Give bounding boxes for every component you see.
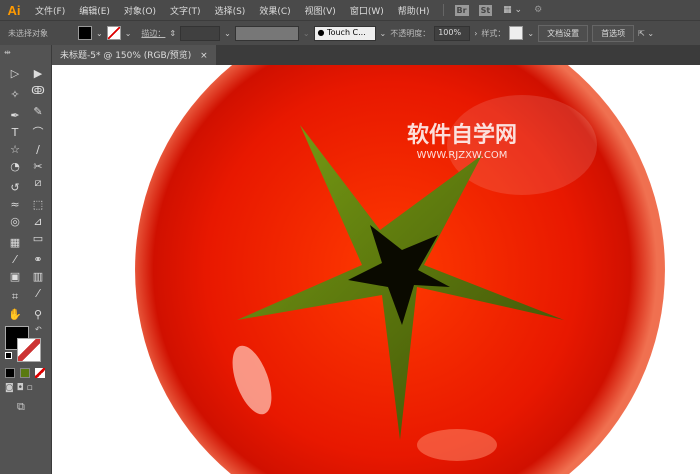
paintbrush-tool[interactable]: ∕ [28, 141, 48, 157]
selection-status: 未选择对象 [8, 28, 48, 38]
stroke-swatch[interactable] [106, 26, 121, 40]
control-bar: 未选择对象 ⌄ ⌄ 描边： ⇕ ⌄ ⌄ ● Touch C... ⌄ 不透明度： … [0, 20, 700, 45]
draw-mode-icons[interactable]: ◙ ◘ ▫ [5, 383, 33, 393]
curvature-tool[interactable]: ✎ [28, 103, 48, 119]
brush-name: Touch C... [327, 27, 366, 37]
menu-window[interactable]: 窗口(W) [343, 4, 391, 17]
column-graph-tool[interactable]: ▥ [28, 268, 48, 284]
chevron-down-icon[interactable]: ⌄ [96, 29, 103, 38]
perspective-grid-tool[interactable]: ⊿ [28, 213, 48, 229]
tab-title: 未标题-5* @ 150% (RGB/预览) [60, 51, 192, 61]
menu-select[interactable]: 选择(S) [208, 4, 253, 17]
stroke-stepper[interactable]: ⇕ [169, 29, 176, 38]
preferences-button[interactable]: 首选项 [592, 24, 635, 42]
close-icon[interactable]: × [200, 51, 208, 61]
stock-button[interactable]: St [478, 4, 493, 16]
scale-tool[interactable]: ⧄ [28, 175, 48, 191]
arc-tool[interactable]: ⌒ [28, 124, 48, 140]
swap-colors-icon[interactable]: ↶ [35, 325, 42, 334]
eyedropper-tool[interactable]: ⁄ [5, 251, 25, 267]
gradient-tool[interactable]: ▭ [28, 230, 48, 246]
style-swatch[interactable] [509, 26, 524, 40]
artboard-tool[interactable]: ⌗ [5, 289, 25, 305]
document-tab[interactable]: 未标题-5* @ 150% (RGB/预览) × [52, 45, 216, 65]
chevron-down-icon[interactable]: ⌄ [224, 29, 231, 38]
slice-tool[interactable]: ⁄ [28, 285, 48, 301]
bridge-button[interactable]: Br [454, 4, 469, 16]
star-tool[interactable]: ☆ [5, 141, 25, 157]
magic-wand-tool[interactable]: ✧ [5, 86, 25, 102]
chevron-down-icon[interactable]: ⌄ [125, 29, 132, 38]
watermark-url: WWW.RJZXW.COM [417, 150, 508, 161]
pen-tool[interactable]: ✒ [5, 107, 25, 123]
tomato-artwork: 软件自学网 WWW.RJZXW.COM [135, 65, 665, 474]
app-logo: Ai [7, 2, 21, 18]
opacity-field[interactable]: 100% [434, 25, 471, 41]
stroke-weight-field[interactable] [180, 25, 221, 41]
menu-object[interactable]: 对象(O) [117, 4, 163, 17]
gpu-performance-icon[interactable]: ⚙ [534, 5, 542, 15]
document-setup-button[interactable]: 文档设置 [538, 24, 589, 42]
menu-bar: Ai 文件(F) 编辑(E) 对象(O) 文字(T) 选择(S) 效果(C) 视… [0, 0, 700, 20]
brush-definition[interactable]: ● Touch C... [313, 25, 376, 41]
default-colors-icon[interactable] [5, 352, 12, 359]
fill-swatch[interactable] [78, 26, 92, 40]
menu-effect[interactable]: 效果(C) [252, 4, 297, 17]
chevron-down-icon[interactable]: ⌄ [303, 29, 310, 38]
tools-panel: ⇹ ▷ ▶ ✧ ↂ ✒ ✎ T ⌒ ☆ ∕ ◔ ✂ ↺ ⧄ ≈ ⬚ ◎ ⊿ ▦ ▭ ⁄ ⚭ ▣ ▥ ⌗ ⁄ ✋ ⚲ ↶ ◙ ◘ ▫ ⧉ [0, 45, 52, 474]
hand-tool[interactable]: ✋ [5, 306, 25, 322]
chevron-down-icon[interactable]: ⌄ [527, 29, 534, 38]
direct-selection-tool[interactable]: ▶ [28, 65, 48, 81]
style-label: 样式： [481, 28, 506, 38]
selection-tool[interactable]: ▷ [5, 65, 25, 81]
tomato-highlight [417, 429, 497, 461]
shape-builder-tool[interactable]: ◎ [5, 213, 25, 229]
screen-mode-icon[interactable]: ⧉ [17, 400, 25, 414]
variable-width-profile[interactable] [234, 25, 299, 41]
free-transform-tool[interactable]: ⬚ [28, 196, 48, 212]
workspace-layout-icon[interactable]: ▦ ⌄ [503, 5, 522, 15]
mesh-tool[interactable]: ▦ [5, 234, 25, 250]
color-mode-gradient[interactable] [20, 368, 30, 378]
panel-collapse-icon[interactable]: ⇹ [4, 48, 11, 57]
artboard-canvas[interactable]: 软件自学网 WWW.RJZXW.COM [52, 65, 700, 474]
menu-edit[interactable]: 编辑(E) [72, 4, 117, 17]
lasso-tool[interactable]: ↂ [28, 82, 48, 98]
stroke-label: 描边： [141, 28, 166, 38]
opacity-label: 不透明度： [390, 28, 431, 38]
menu-type[interactable]: 文字(T) [163, 4, 208, 17]
color-mode-color[interactable] [5, 368, 15, 378]
warp-tool[interactable]: ≈ [5, 196, 25, 212]
blend-tool[interactable]: ⚭ [28, 251, 48, 267]
zoom-tool[interactable]: ⚲ [28, 306, 48, 322]
divider [442, 4, 444, 16]
stroke-color-box[interactable] [17, 338, 41, 362]
document-tab-bar: 未标题-5* @ 150% (RGB/预览) × [52, 45, 700, 65]
chevron-right-icon[interactable]: › [474, 29, 477, 38]
symbol-sprayer-tool[interactable]: ▣ [5, 268, 25, 284]
arrange-documents-icon[interactable]: ⇱ ⌄ [638, 29, 654, 38]
watermark-text: 软件自学网 [407, 122, 517, 148]
blob-brush-tool[interactable]: ◔ [5, 158, 25, 174]
menu-view[interactable]: 视图(V) [298, 4, 343, 17]
color-mode-none[interactable] [35, 368, 45, 378]
menu-help[interactable]: 帮助(H) [391, 4, 437, 17]
rotate-tool[interactable]: ↺ [5, 179, 25, 195]
type-tool[interactable]: T [5, 124, 25, 140]
menu-file[interactable]: 文件(F) [28, 4, 72, 17]
scissors-tool[interactable]: ✂ [28, 158, 48, 174]
chevron-down-icon[interactable]: ⌄ [380, 29, 387, 38]
